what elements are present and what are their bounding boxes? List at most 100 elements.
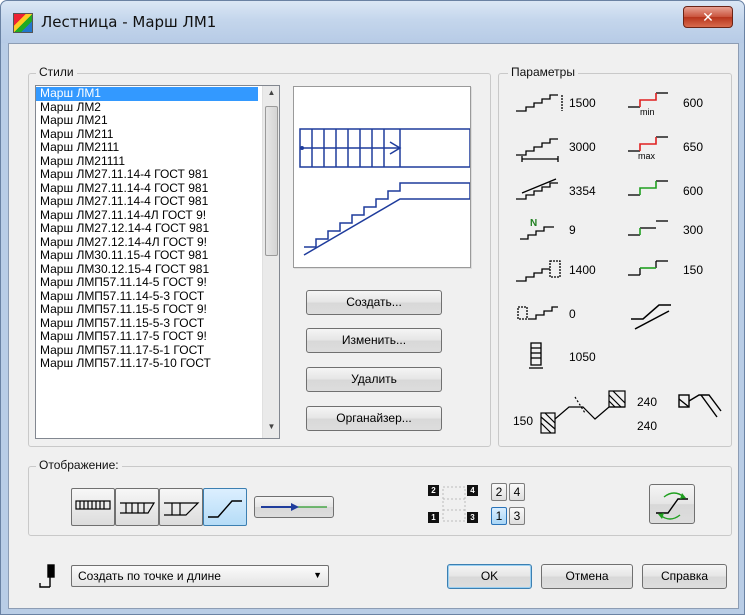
bearing-bottom-value[interactable]: 240 [637,419,657,433]
layout-button-3[interactable]: 3 [509,507,525,525]
section-hatched-icon [120,502,156,514]
styles-listbox[interactable]: Марш ЛМ1 Марш ЛМ2 Марш ЛМ21 Марш ЛМ211 Марш … [35,85,280,439]
delete-button[interactable]: Удалить [306,367,442,392]
bearing-detail-icon [540,390,626,434]
bearing-left-value[interactable]: 150 [513,414,533,428]
styles-scrollbar[interactable]: ▲ ▼ [262,86,279,438]
steps-value[interactable]: 9 [569,223,576,237]
window-title: Лестница - Марш ЛМ1 [41,13,217,31]
green-step-icon [628,180,668,196]
tread-value[interactable]: 150 [683,263,703,277]
list-item[interactable]: Марш ЛМ21 [36,114,258,128]
thickness-value[interactable]: 1050 [569,350,596,364]
list-item[interactable]: Марш ЛМ2 [36,101,258,115]
params-group-label: Параметры [508,65,578,79]
riser-value[interactable]: 300 [683,223,703,237]
list-item[interactable]: Марш ЛМП57.11.17-5 ГОСТ 9! [36,330,258,344]
list-item[interactable]: Марш ЛМ30.12.15-4 ГОСТ 981 [36,263,258,277]
bearing-top-value[interactable]: 240 [637,395,657,409]
thickness-icon [529,342,543,369]
list-item[interactable]: Марш ЛМП57.11.14-5 ГОСТ 9! [36,276,258,290]
display-arrow-button[interactable] [254,496,334,518]
layout-button-2[interactable]: 2 [491,483,507,501]
display-section-hatched-button[interactable] [115,488,159,526]
list-item[interactable]: Марш ЛМП57.11.15-5 ГОСТ 9! [36,303,258,317]
max-sub-label: max [638,151,656,161]
stair-preview [293,86,471,268]
green-value[interactable]: 600 [683,184,703,198]
close-button[interactable]: ✕ [683,6,733,28]
profile-line-icon [208,500,242,518]
bearing-profile-icon [678,394,722,418]
flip-direction-button[interactable] [649,484,695,524]
list-item[interactable]: Марш ЛМП57.11.17-5-1 ГОСТ [36,344,258,358]
max-step-icon: max [628,136,668,161]
layout-marker-4: 4 [467,485,478,496]
stair-preview-drawing [299,128,471,256]
list-item[interactable]: Марш ЛМП57.11.14-5-3 ГОСТ [36,290,258,304]
app-icon [13,13,33,33]
list-item[interactable]: Марш ЛМ21111 [36,155,258,169]
scroll-thumb[interactable] [265,106,278,256]
min-step-icon: min [628,92,668,117]
layout-grid-icon [442,486,466,522]
list-item[interactable]: Марш ЛМ27.12.14-4 ГОСТ 981 [36,222,258,236]
styles-group-label: Стили [36,65,77,79]
list-item[interactable]: Марш ЛМ27.12.14-4Л ГОСТ 9! [36,236,258,250]
insertion-mode-select[interactable]: Создать по точке и длине ▼ [71,565,329,587]
plan-hatched-icon [75,500,111,510]
list-item[interactable]: Марш ЛМ27.11.14-4Л ГОСТ 9! [36,209,258,223]
offset-icon [517,306,558,320]
direction-arrow-icon [261,503,327,511]
diagonal-value[interactable]: 3354 [569,184,596,198]
title-bar[interactable]: Лестница - Марш ЛМ1 ✕ [1,1,744,43]
layout-button-4[interactable]: 4 [509,483,525,501]
list-item[interactable]: Марш ЛМ27.11.14-4 ГОСТ 981 [36,182,258,196]
section-icon [164,502,200,516]
length-icon [516,138,559,162]
ok-button[interactable]: OK [447,564,532,589]
layout-button-1[interactable]: 1 [491,507,507,525]
help-button[interactable]: Справка [642,564,727,589]
display-profile-button[interactable] [203,488,247,526]
layout-marker-3: 3 [467,512,478,523]
dialog-window: Лестница - Марш ЛМ1 ✕ Стили Марш ЛМ1 Марш… [0,0,745,615]
display-section-button[interactable] [159,488,203,526]
scroll-down-icon[interactable]: ▼ [265,422,278,435]
create-button[interactable]: Создать... [306,290,442,315]
list-item[interactable]: Марш ЛМ27.11.14-4 ГОСТ 981 [36,195,258,209]
flip-arrows-icon [656,492,688,520]
height-value[interactable]: 1500 [569,96,596,110]
scroll-up-icon[interactable]: ▲ [265,88,278,101]
width-value[interactable]: 1400 [569,263,596,277]
list-item[interactable]: Марш ЛМ27.11.14-4 ГОСТ 981 [36,168,258,182]
list-item[interactable]: Марш ЛМ211 [36,128,258,142]
diagonal-icon [516,178,558,200]
stair-profile-icon [631,304,671,330]
steps-sub-label: N [530,218,537,229]
display-group-label: Отображение: [36,458,122,472]
layout-marker-1: 1 [428,512,439,523]
min-sub-label: min [640,107,655,117]
styles-list: Марш ЛМ1 Марш ЛМ2 Марш ЛМ21 Марш ЛМ211 Марш … [36,87,258,371]
insert-point-icon [39,564,55,588]
length-value[interactable]: 3000 [569,140,596,154]
insertion-mode-value: Создать по точке и длине [78,569,221,583]
display-plan-hatched-button[interactable] [71,488,115,526]
tread-icon [628,260,668,276]
riser-icon [628,220,668,236]
list-item[interactable]: Марш ЛМ1 [36,87,258,101]
organizer-button[interactable]: Органайзер... [306,406,442,431]
offset-value[interactable]: 0 [569,307,576,321]
max-value[interactable]: 650 [683,140,703,154]
cancel-button[interactable]: Отмена [541,564,633,589]
layout-marker-2: 2 [428,485,439,496]
list-item[interactable]: Марш ЛМ30.11.15-4 ГОСТ 981 [36,249,258,263]
list-item[interactable]: Марш ЛМП57.11.17-5-10 ГОСТ [36,357,258,371]
edit-button[interactable]: Изменить... [306,328,442,353]
steps-count-icon: N [520,218,554,240]
list-item[interactable]: Марш ЛМП57.11.15-5-3 ГОСТ [36,317,258,331]
chevron-down-icon[interactable]: ▼ [313,570,322,580]
list-item[interactable]: Марш ЛМ2111 [36,141,258,155]
min-value[interactable]: 600 [683,96,703,110]
